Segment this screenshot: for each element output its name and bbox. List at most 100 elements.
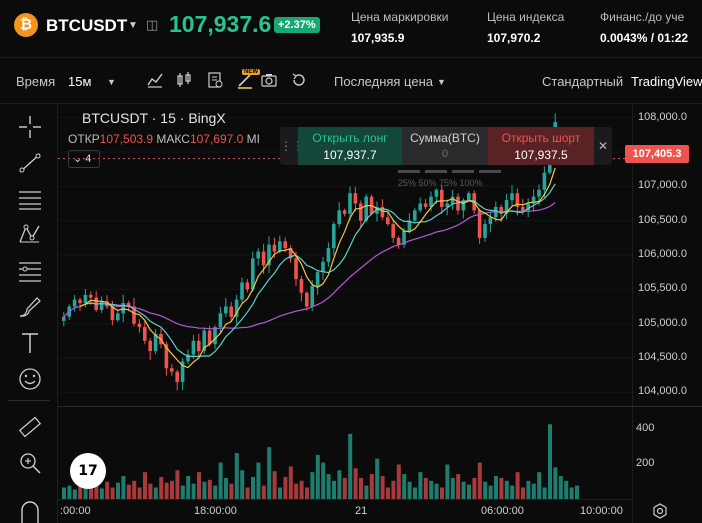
- interval-chevron-icon[interactable]: ▼: [107, 77, 116, 87]
- mark-price-value: 107,935.9: [351, 31, 405, 45]
- volume-bar: [72, 489, 77, 499]
- index-price-value: 107,970.2: [487, 31, 541, 45]
- volume-bar: [94, 485, 99, 499]
- ma-fast-line: [79, 167, 556, 369]
- candle-body: [121, 303, 125, 314]
- open-label: ОТКР: [68, 132, 100, 146]
- time-axis[interactable]: [58, 499, 632, 523]
- indicator-count: 4: [85, 153, 92, 165]
- volume-bar: [261, 485, 266, 499]
- volume-bar: [494, 476, 498, 499]
- price-type-chevron-icon[interactable]: ▼: [437, 77, 446, 87]
- indicators-icon[interactable]: [146, 71, 164, 89]
- tradingview-logo: 17: [70, 453, 106, 489]
- candle-body: [197, 340, 201, 352]
- volume-bar: [375, 458, 380, 499]
- volume-bar: [197, 472, 201, 499]
- open-short-price: 107,937.5: [514, 148, 568, 162]
- mark-price-label: Цена маркировки: [351, 10, 449, 24]
- open-short-button[interactable]: Открыть шорт 107,937.5: [488, 127, 594, 165]
- volume-bar: [191, 483, 196, 499]
- ruler-icon[interactable]: [17, 414, 43, 440]
- book-icon[interactable]: ◫: [146, 17, 158, 33]
- volume-bar: [126, 484, 131, 499]
- candle-body: [294, 258, 298, 280]
- volume-bar: [569, 487, 574, 499]
- price-change-badge: +2.37%: [274, 17, 320, 33]
- candle-body: [483, 224, 487, 238]
- funding-value: 0.0043% / 01:22: [600, 31, 689, 45]
- chart-legend-ohlc: ОТКР107,503.9 МАКС107,697.0 МI: [68, 132, 260, 146]
- magnet-icon[interactable]: [17, 498, 43, 523]
- reset-icon[interactable]: [290, 71, 308, 89]
- volume-bar: [99, 488, 104, 499]
- volume-bar: [531, 483, 536, 499]
- volume-bar: [353, 468, 358, 499]
- emoji-icon[interactable]: [17, 366, 43, 392]
- drag-handle-icon[interactable]: ⋮⋮: [280, 127, 304, 165]
- drawing-tools-panel: [0, 104, 58, 523]
- volume-bar: [380, 476, 385, 499]
- symbol-selector[interactable]: BTCUSDT: [46, 16, 127, 36]
- price-type-selector[interactable]: Последняя цена: [334, 74, 433, 89]
- tools-divider: [8, 400, 50, 401]
- close-icon[interactable]: ✕: [594, 127, 612, 165]
- volume-bar: [299, 480, 304, 499]
- volume-bar: [245, 487, 250, 499]
- volume-bar: [472, 477, 477, 499]
- open-short-label: Открыть шорт: [501, 131, 581, 145]
- crosshair-icon[interactable]: [17, 114, 43, 140]
- candle-body: [175, 371, 179, 382]
- volume-bar: [450, 477, 455, 499]
- amount-label: Сумма(BTC): [410, 131, 480, 145]
- volume-bar: [153, 487, 158, 499]
- volume-bar: [575, 485, 579, 499]
- open-long-button[interactable]: Открыть лонг 107,937.7: [298, 127, 402, 165]
- candle-body: [143, 327, 147, 341]
- horizontal-lines-icon[interactable]: [17, 186, 43, 212]
- volume-bar: [488, 485, 493, 499]
- volume-bar: [477, 462, 482, 499]
- candle-body: [261, 251, 266, 266]
- volume-bar: [207, 479, 212, 499]
- percent-marks[interactable]: 25% 50% 75% 100%: [398, 178, 483, 188]
- pattern-icon[interactable]: [17, 222, 43, 248]
- candle-body: [89, 294, 93, 298]
- template-icon[interactable]: [206, 71, 224, 89]
- view-standard-tab[interactable]: Стандартный: [542, 74, 623, 89]
- zoom-in-icon[interactable]: [17, 450, 43, 476]
- percent-slider[interactable]: [398, 170, 502, 176]
- brush-icon[interactable]: [17, 294, 43, 320]
- volume-bar: [224, 477, 228, 499]
- amount-input[interactable]: Сумма(BTC) 0: [402, 127, 488, 165]
- settings-gear-icon[interactable]: [652, 503, 668, 519]
- volume-chart: [62, 424, 579, 499]
- fib-retracement-icon[interactable]: [17, 258, 43, 284]
- volume-bar: [553, 467, 558, 499]
- time-tick: 10:00:00: [580, 505, 623, 517]
- indicator-collapse-button[interactable]: ⌄ 4: [68, 150, 100, 168]
- volume-bar: [537, 472, 542, 499]
- volume-tick-400: 400: [636, 422, 655, 434]
- volume-bar: [445, 464, 450, 499]
- interval-selector[interactable]: 15м: [68, 74, 91, 89]
- text-tool-icon[interactable]: [17, 330, 43, 356]
- trend-line-icon[interactable]: [17, 150, 43, 176]
- volume-bar: [310, 472, 315, 499]
- camera-icon[interactable]: [260, 71, 278, 89]
- volume-bar: [440, 487, 444, 499]
- volume-bar: [429, 480, 434, 499]
- candle-body: [321, 261, 325, 273]
- current-price-label: 107,405.3: [625, 145, 689, 163]
- volume-bar: [407, 481, 412, 499]
- candle-type-icon[interactable]: [175, 71, 193, 89]
- volume-bar: [499, 477, 504, 499]
- volume-bar: [170, 480, 174, 499]
- volume-bar: [342, 477, 347, 499]
- volume-bar: [251, 476, 255, 499]
- chevron-down-icon[interactable]: ▼: [128, 20, 138, 31]
- candle-body: [137, 323, 142, 328]
- view-tradingview-tab[interactable]: TradingView: [631, 74, 702, 89]
- candle-body: [299, 279, 304, 293]
- volume-bar: [418, 472, 423, 499]
